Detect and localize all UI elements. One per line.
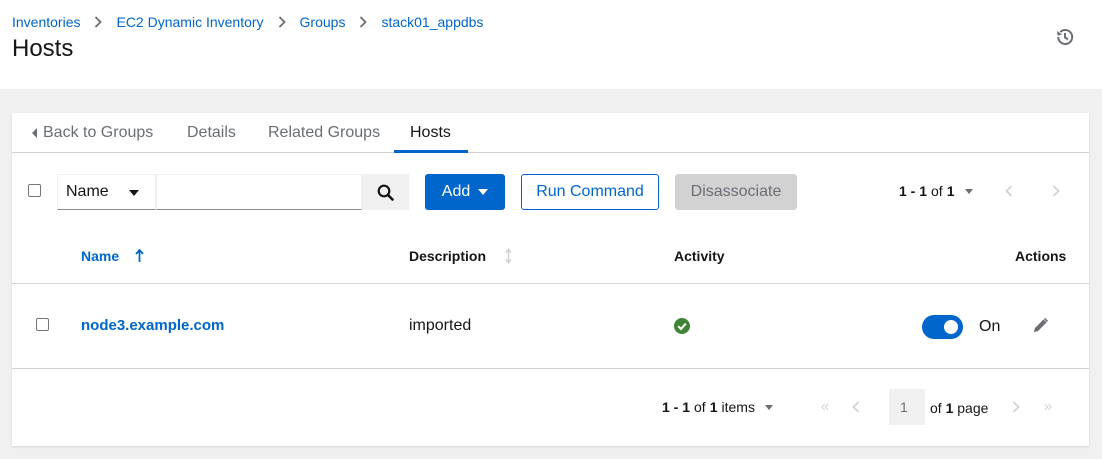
row-select-checkbox[interactable] xyxy=(36,318,49,331)
run-command-label: Run Command xyxy=(536,183,644,200)
column-header-label: Actions xyxy=(1015,248,1067,264)
prev-page-button-bottom[interactable] xyxy=(850,400,862,414)
tab-back-to-groups[interactable]: Back to Groups xyxy=(32,113,153,153)
chevron-right-icon xyxy=(359,16,368,28)
history-icon[interactable] xyxy=(1055,27,1075,47)
chevron-left-icon xyxy=(1005,185,1013,197)
sort-ascending-icon xyxy=(135,249,144,263)
last-page-button[interactable] xyxy=(1040,400,1056,414)
chevron-right-icon xyxy=(94,16,103,28)
column-header-description[interactable]: Description xyxy=(409,248,513,264)
caret-down-icon xyxy=(478,189,489,195)
pagination-of: of xyxy=(931,183,943,199)
page-header: Inventories EC2 Dynamic Inventory Groups… xyxy=(0,0,1102,89)
pagination-toggle-bottom[interactable]: 1 - 1 of 1 items xyxy=(662,399,773,415)
double-chevron-right-icon xyxy=(1044,403,1052,411)
breadcrumb-inventory[interactable]: EC2 Dynamic Inventory xyxy=(116,14,263,30)
prev-page-button[interactable] xyxy=(1003,184,1015,198)
tab-label: Back to Groups xyxy=(43,124,154,141)
pagination-toggle-top[interactable]: 1 - 1 of 1 xyxy=(899,183,973,199)
pagination-of: of xyxy=(694,399,706,415)
caret-down-icon xyxy=(129,190,139,196)
add-button[interactable]: Add xyxy=(425,174,505,210)
page-word: page xyxy=(957,400,989,416)
add-button-label: Add xyxy=(441,183,471,200)
pages-total: 1 xyxy=(945,400,954,416)
caret-left-icon xyxy=(32,128,37,138)
next-page-button[interactable] xyxy=(1050,184,1062,198)
page-title: Hosts xyxy=(12,35,74,62)
column-header-activity: Activity xyxy=(674,248,725,264)
column-header-label: Description xyxy=(409,248,487,264)
filter-attribute-value: Name xyxy=(66,183,109,200)
select-all-checkbox[interactable] xyxy=(28,184,41,197)
table-header-divider xyxy=(12,283,1089,284)
tab-details[interactable]: Details xyxy=(187,113,236,153)
host-description: imported xyxy=(409,317,472,334)
breadcrumb-groups[interactable]: Groups xyxy=(300,14,346,30)
next-page-button-bottom[interactable] xyxy=(1010,400,1022,414)
double-chevron-left-icon xyxy=(821,403,829,411)
chevron-right-icon xyxy=(278,16,286,28)
filter-attribute-select[interactable]: Name xyxy=(57,174,156,210)
tab-hosts[interactable]: Hosts xyxy=(410,113,451,153)
disassociate-button[interactable]: Disassociate xyxy=(675,174,797,210)
column-header-label: Activity xyxy=(674,248,725,264)
tab-label: Related Groups xyxy=(268,124,381,141)
table-row-divider xyxy=(12,368,1089,369)
pagination-items: items xyxy=(721,399,755,415)
pagination-range: 1 - 1 xyxy=(662,399,691,415)
host-name-link[interactable]: node3.example.com xyxy=(81,317,224,334)
breadcrumb: Inventories EC2 Dynamic Inventory Groups… xyxy=(12,14,483,30)
of-pages-of: of xyxy=(930,400,942,416)
run-command-button[interactable]: Run Command xyxy=(521,174,659,210)
check-circle-icon xyxy=(674,318,690,334)
caret-down-icon xyxy=(964,188,973,194)
chevron-left-icon xyxy=(852,401,860,413)
active-tab-indicator xyxy=(394,150,468,153)
toggle-knob xyxy=(944,320,958,334)
column-header-name[interactable]: Name xyxy=(81,248,144,264)
search-button[interactable] xyxy=(362,174,409,210)
tab-label: Hosts xyxy=(410,124,451,141)
hosts-card: Back to Groups Details Related Groups Ho… xyxy=(12,113,1089,446)
current-page-input[interactable] xyxy=(889,389,925,425)
pencil-icon[interactable] xyxy=(1032,317,1049,334)
sort-icon xyxy=(504,248,513,264)
breadcrumb-inventories[interactable]: Inventories xyxy=(12,14,80,30)
chevron-right-icon xyxy=(1012,401,1020,413)
chevron-right-icon xyxy=(1052,185,1060,197)
of-pages-label: of 1 page xyxy=(930,400,988,416)
breadcrumb-group[interactable]: stack01_appdbs xyxy=(381,14,483,30)
column-header-label: Name xyxy=(81,248,120,264)
toggle-label: On xyxy=(979,318,1001,335)
column-header-actions: Actions xyxy=(1015,248,1066,264)
pagination-total: 1 xyxy=(709,399,718,415)
host-enabled-toggle[interactable] xyxy=(922,315,963,339)
tab-label: Details xyxy=(187,124,236,141)
caret-down-icon xyxy=(764,404,773,410)
search-icon xyxy=(377,184,394,201)
search-input[interactable] xyxy=(156,174,362,210)
pagination-range: 1 - 1 xyxy=(899,183,928,199)
tab-related-groups[interactable]: Related Groups xyxy=(268,113,380,153)
pagination-total: 1 xyxy=(946,183,955,199)
tab-bar: Back to Groups Details Related Groups Ho… xyxy=(12,113,1089,153)
first-page-button[interactable] xyxy=(817,400,833,414)
disassociate-label: Disassociate xyxy=(690,183,782,200)
